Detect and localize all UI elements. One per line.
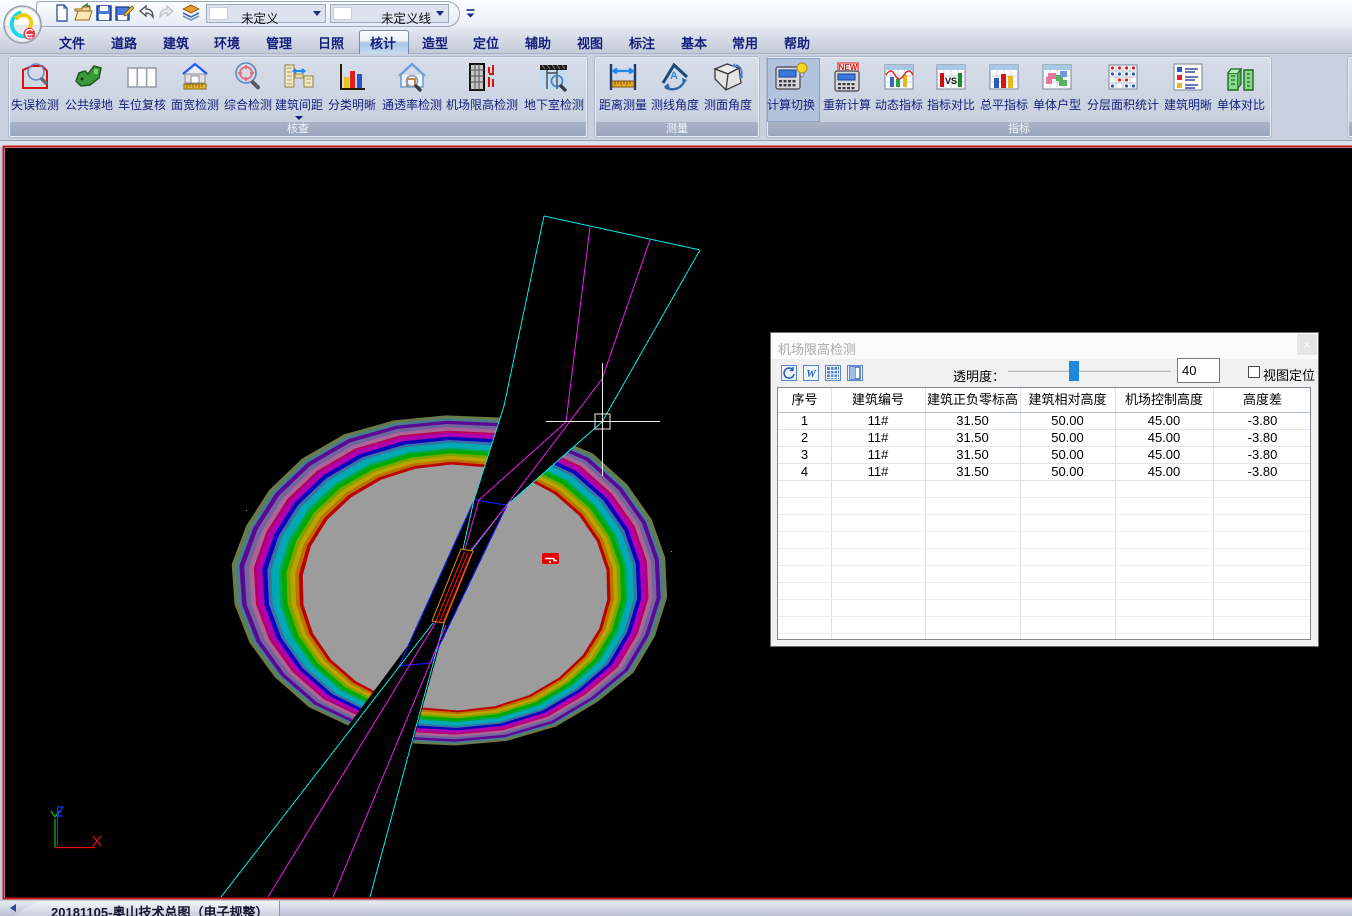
svg-text:W: W — [806, 368, 817, 380]
svg-text:VS: VS — [945, 76, 957, 86]
svg-text:A: A — [670, 70, 678, 82]
